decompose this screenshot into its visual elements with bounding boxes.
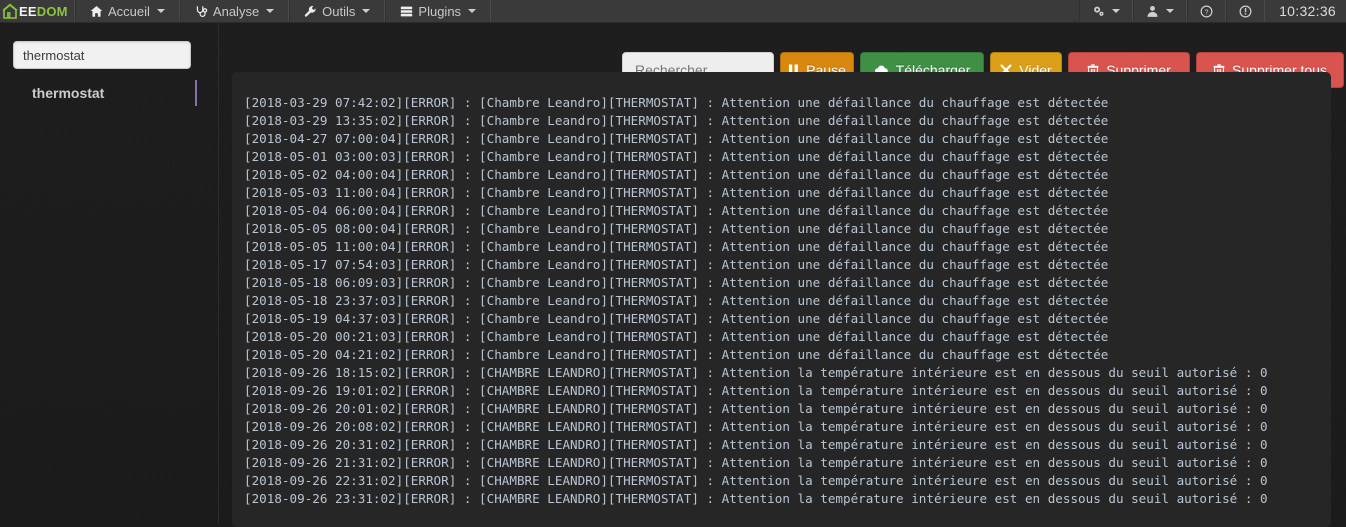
log-line: [2018-03-29 13:35:02][ERROR] : [Chambre …	[244, 113, 1109, 128]
log-line: [2018-09-26 20:08:02][ERROR] : [CHAMBRE …	[244, 419, 1268, 434]
log-line: [2018-09-26 18:15:02][ERROR] : [CHAMBRE …	[244, 365, 1268, 380]
user-icon	[1146, 5, 1159, 18]
page-content: thermostat Pause Télécharger	[0, 23, 1346, 527]
question-circle-icon: ?	[1200, 5, 1213, 18]
log-line: [2018-04-27 07:00:04][ERROR] : [Chambre …	[244, 131, 1109, 146]
chevron-down-icon	[266, 9, 275, 13]
log-line: [2018-05-17 07:54:03][ERROR] : [Chambre …	[244, 257, 1109, 272]
nav-item-label: Analyse	[212, 3, 260, 19]
brand-text-green: DOM	[36, 3, 68, 19]
log-lines: [2018-03-29 07:42:02][ERROR] : [Chambre …	[232, 72, 1331, 508]
nav-item-settings[interactable]	[1079, 0, 1134, 22]
log-panel[interactable]: [2018-03-29 07:42:02][ERROR] : [Chambre …	[232, 72, 1331, 527]
chevron-down-icon	[362, 9, 371, 13]
log-line: [2018-09-26 20:01:02][ERROR] : [CHAMBRE …	[244, 401, 1268, 416]
sidebar-item-accent-bar	[195, 80, 197, 106]
log-line: [2018-09-26 21:31:02][ERROR] : [CHAMBRE …	[244, 455, 1268, 470]
nav-item-label: Outils	[322, 3, 356, 19]
sidebar-item-thermostat[interactable]: thermostat	[0, 78, 219, 108]
brand-text: EEDOM	[19, 5, 68, 18]
gears-icon	[1092, 5, 1105, 18]
nav-item-help[interactable]: ?	[1187, 0, 1227, 22]
nav-item-label: Plugins	[418, 3, 462, 19]
nav-primary-group: Accueil Analyse Outils Plugins	[75, 0, 492, 22]
log-line: [2018-09-26 20:31:02][ERROR] : [CHAMBRE …	[244, 437, 1268, 452]
brand-logo[interactable]: EEDOM	[0, 0, 75, 22]
log-line: [2018-05-05 08:00:04][ERROR] : [Chambre …	[244, 221, 1109, 236]
log-line: [2018-09-26 23:31:02][ERROR] : [CHAMBRE …	[244, 491, 1268, 506]
log-line: [2018-05-18 06:09:03][ERROR] : [Chambre …	[244, 275, 1109, 290]
nav-item-outils[interactable]: Outils	[289, 0, 386, 22]
log-line: [2018-09-26 22:31:02][ERROR] : [CHAMBRE …	[244, 473, 1268, 488]
log-line: [2018-05-03 11:00:04][ERROR] : [Chambre …	[244, 185, 1109, 200]
svg-text:?: ?	[1205, 9, 1209, 16]
chevron-down-icon	[468, 9, 477, 13]
top-navbar: EEDOM Accueil Analyse Outils Plugins ? 1…	[0, 0, 1346, 23]
sidebar-item-label: thermostat	[32, 85, 105, 101]
log-line: [2018-09-26 19:01:02][ERROR] : [CHAMBRE …	[244, 383, 1268, 398]
nav-item-plugins[interactable]: Plugins	[385, 0, 492, 22]
sidebar: thermostat	[0, 23, 219, 523]
house-icon	[2, 3, 18, 19]
home-icon	[90, 5, 103, 18]
nav-item-accueil[interactable]: Accueil	[75, 0, 180, 22]
stethoscope-icon	[195, 5, 208, 18]
sidebar-list: thermostat	[0, 78, 219, 108]
log-line: [2018-05-04 06:00:04][ERROR] : [Chambre …	[244, 203, 1109, 218]
nav-item-alerts[interactable]	[1226, 0, 1266, 22]
log-line: [2018-05-20 00:21:03][ERROR] : [Chambre …	[244, 329, 1109, 344]
log-line: [2018-05-20 04:21:02][ERROR] : [Chambre …	[244, 347, 1109, 362]
log-line: [2018-05-05 11:00:04][ERROR] : [Chambre …	[244, 239, 1109, 254]
exclamation-circle-icon	[1239, 5, 1252, 18]
log-line: [2018-05-01 03:00:03][ERROR] : [Chambre …	[244, 149, 1109, 164]
server-icon	[400, 5, 413, 18]
nav-item-label: Accueil	[108, 3, 150, 19]
nav-secondary-group: ? 10:32:36	[1079, 0, 1346, 22]
log-line: [2018-05-02 04:00:04][ERROR] : [Chambre …	[244, 167, 1109, 182]
chevron-down-icon	[1166, 9, 1175, 13]
log-line: [2018-03-29 07:42:02][ERROR] : [Chambre …	[244, 95, 1109, 110]
log-line: [2018-05-18 23:37:03][ERROR] : [Chambre …	[244, 293, 1109, 308]
nav-item-user[interactable]	[1133, 0, 1188, 22]
sidebar-search-input[interactable]	[13, 41, 191, 69]
chevron-down-icon	[1112, 9, 1121, 13]
wrench-icon	[304, 5, 317, 18]
chevron-down-icon	[156, 9, 165, 13]
nav-item-analyse[interactable]: Analyse	[179, 0, 290, 22]
brand-text-white: EE	[19, 3, 37, 19]
log-line: [2018-05-19 04:37:03][ERROR] : [Chambre …	[244, 311, 1109, 326]
clock: 10:32:36	[1279, 3, 1336, 19]
